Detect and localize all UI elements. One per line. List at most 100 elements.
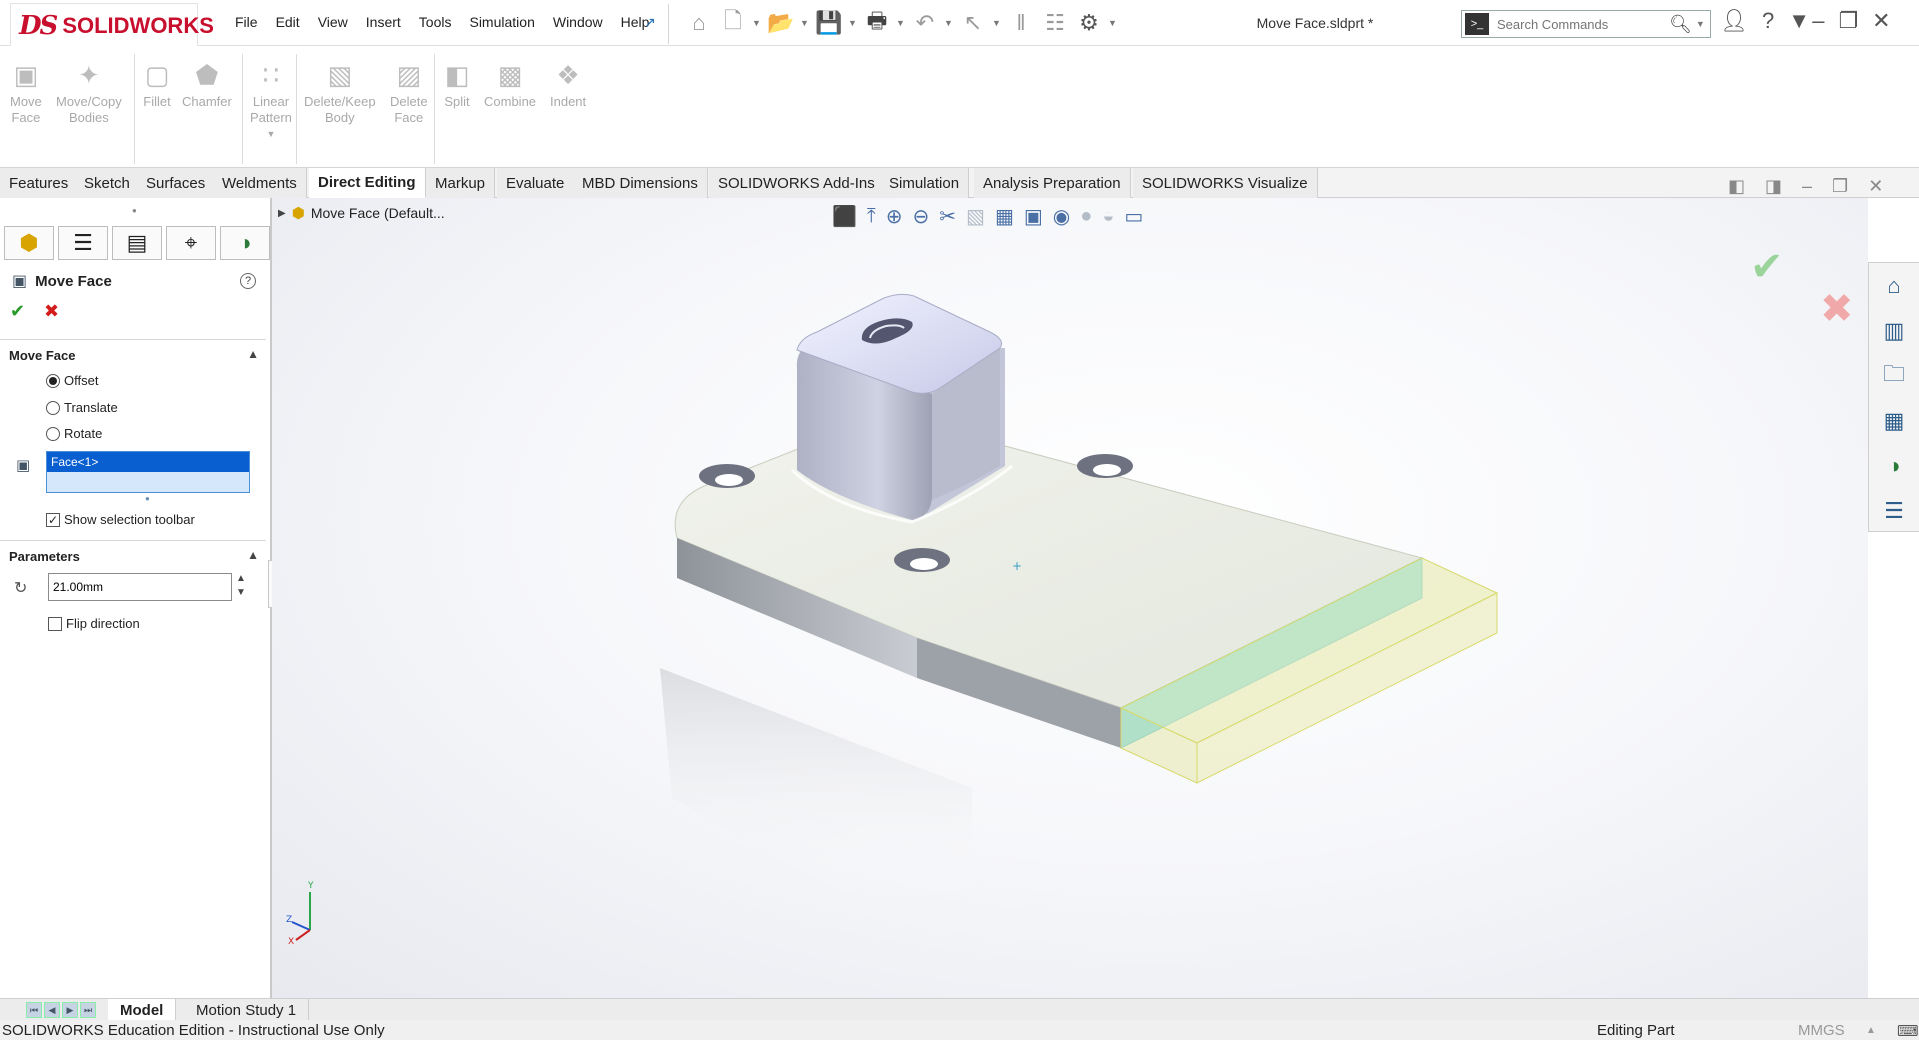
help-dropdown-icon[interactable]: ▼ <box>1788 8 1810 34</box>
file-explorer-icon[interactable]: 🗀︎ <box>1869 353 1919 398</box>
last-tab-icon[interactable]: ⏭ <box>80 1002 96 1018</box>
pin-menu-icon[interactable]: ↗ <box>644 14 656 31</box>
undo-icon[interactable]: ↶ <box>910 8 940 38</box>
view-palette-icon[interactable]: ▦ <box>1869 398 1919 443</box>
tab-motion-study-1[interactable]: Motion Study 1 <box>184 999 310 1021</box>
tab-direct-editing[interactable]: Direct Editing <box>309 168 426 198</box>
graphics-area[interactable]: ▶ ⬢ Move Face (Default... ⬛ ⤒ ⊕ ⊖ ✂ ▧ ▦ … <box>272 198 1868 998</box>
tab-model[interactable]: Model <box>108 999 177 1021</box>
offset-radio[interactable]: Offset <box>46 373 98 388</box>
minimize-icon[interactable]: – <box>1812 8 1824 34</box>
doc-minimize-icon[interactable]: – <box>1802 176 1812 197</box>
next-tab-icon[interactable]: ▶ <box>62 1002 78 1018</box>
selected-face-item[interactable]: Face<1> <box>47 452 249 472</box>
move-copy-bodies-button[interactable]: ✦ Move/Copy Bodies <box>56 58 122 126</box>
first-tab-icon[interactable]: ⏮ <box>26 1002 42 1018</box>
collapse-chevron-icon[interactable]: ▲ <box>247 347 259 361</box>
panel-splitter-handle[interactable]: ● <box>132 206 137 215</box>
radio-button[interactable] <box>46 373 60 388</box>
undo-dropdown-icon[interactable]: ▼ <box>944 18 954 28</box>
design-library-icon[interactable]: ▥ <box>1869 308 1919 353</box>
unit-system[interactable]: MMGS <box>1798 1022 1845 1039</box>
doc-close-icon[interactable]: ✕ <box>1868 176 1883 197</box>
menu-simulation[interactable]: Simulation <box>460 14 543 30</box>
displaymanager-tab-icon[interactable]: ◑ <box>220 226 270 260</box>
tab-sketch[interactable]: Sketch <box>75 168 140 198</box>
linear-pattern-button[interactable]: ∷ Linear Pattern ▼ <box>250 58 292 142</box>
open-dropdown-icon[interactable]: ▼ <box>800 18 810 28</box>
file-properties-icon[interactable]: ☷ <box>1040 8 1070 38</box>
search-input[interactable] <box>1497 16 1667 32</box>
parameters-section-header[interactable]: Parameters ▲ <box>9 548 265 564</box>
options-dropdown-icon[interactable]: ▼ <box>1108 18 1118 28</box>
confirmation-cancel-icon[interactable]: ✖ <box>1820 286 1854 332</box>
show-selection-toolbar-checkbox[interactable]: ✓ Show selection toolbar <box>46 512 195 527</box>
user-icon[interactable]: 👤︎ <box>1720 8 1748 34</box>
move-face-button[interactable]: ▣ Move Face <box>10 58 42 126</box>
propertymanager-tab-icon[interactable]: ☰ <box>58 226 108 260</box>
help-icon[interactable]: ? <box>1762 8 1774 34</box>
new-document-icon[interactable]: 🗋 <box>718 8 748 38</box>
doc-restore-icon[interactable]: ❐ <box>1832 176 1848 197</box>
select-dropdown-icon[interactable]: ▼ <box>992 18 1002 28</box>
gear-icon[interactable]: ⚙ <box>1074 8 1104 38</box>
part-model-render[interactable]: + <box>272 198 1868 998</box>
tab-mbd-dimensions[interactable]: MBD Dimensions <box>573 168 708 198</box>
radio-button[interactable] <box>46 400 60 415</box>
tab-markup[interactable]: Markup <box>426 168 496 198</box>
search-dropdown-icon[interactable]: ▼ <box>1696 19 1706 29</box>
tab-surfaces[interactable]: Surfaces <box>137 168 216 198</box>
cancel-x-icon[interactable]: ✖ <box>44 301 59 322</box>
quick-tips-icon[interactable]: ⌨ <box>1897 1022 1919 1040</box>
collapse-chevron-icon[interactable]: ▲ <box>247 548 259 562</box>
menu-edit[interactable]: Edit <box>267 14 309 30</box>
delete-face-button[interactable]: ▨ Delete Face <box>390 58 428 126</box>
menu-insert[interactable]: Insert <box>357 14 410 30</box>
tab-solidworks-visualize[interactable]: SOLIDWORKS Visualize <box>1133 168 1318 198</box>
search-icon[interactable]: 🔍︎ <box>1669 14 1692 35</box>
configurationmanager-tab-icon[interactable]: ▤ <box>112 226 162 260</box>
menu-window[interactable]: Window <box>544 14 612 30</box>
flip-direction-checkbox[interactable]: Flip direction <box>48 616 140 631</box>
tile-right-icon[interactable]: ◨ <box>1765 176 1782 197</box>
indent-button[interactable]: ❖ Indent <box>550 58 586 110</box>
save-dropdown-icon[interactable]: ▼ <box>848 18 858 28</box>
chamfer-button[interactable]: ⬟ Chamfer <box>182 58 232 110</box>
close-icon[interactable]: ✕ <box>1872 8 1890 34</box>
rotate-radio[interactable]: Rotate <box>46 426 102 441</box>
help-icon[interactable]: ? <box>240 273 256 289</box>
solidworks-resources-icon[interactable]: ⌂ <box>1869 263 1919 308</box>
select-cursor-icon[interactable]: ↖ <box>958 8 988 38</box>
save-icon[interactable]: 💾 <box>814 8 844 38</box>
radio-button[interactable] <box>46 426 60 441</box>
checkbox-box[interactable]: ✓ <box>46 512 60 527</box>
confirmation-ok-icon[interactable]: ✔ <box>1750 244 1784 290</box>
new-dropdown-icon[interactable]: ▼ <box>752 18 762 28</box>
print-dropdown-icon[interactable]: ▼ <box>896 18 906 28</box>
faces-selection-box[interactable]: Face<1> <box>46 451 250 493</box>
print-icon[interactable]: 🖶 <box>862 8 892 38</box>
dimxpertmanager-tab-icon[interactable]: ⌖ <box>166 226 216 260</box>
home-icon[interactable]: ⌂ <box>684 8 714 38</box>
tab-evaluate[interactable]: Evaluate <box>497 168 575 198</box>
open-folder-icon[interactable]: 📂 <box>766 8 796 38</box>
move-face-section-header[interactable]: Move Face ▲ <box>9 347 265 363</box>
tab-simulation[interactable]: Simulation <box>880 168 970 198</box>
delete-keep-body-button[interactable]: ▧ Delete/Keep Body <box>304 58 376 126</box>
custom-properties-icon[interactable]: ☰ <box>1869 488 1919 533</box>
restore-icon[interactable]: ❐ <box>1838 8 1858 34</box>
list-resize-handle[interactable]: ● <box>145 494 150 503</box>
translate-radio[interactable]: Translate <box>46 400 118 415</box>
tab-solidworks-add-ins[interactable]: SOLIDWORKS Add-Ins <box>709 168 885 198</box>
tile-left-icon[interactable]: ◧ <box>1728 176 1745 197</box>
search-commands[interactable]: >_ 🔍︎ ▼ <box>1461 10 1711 38</box>
ok-checkmark-icon[interactable]: ✔ <box>10 301 25 322</box>
tab-weldments[interactable]: Weldments <box>213 168 307 198</box>
solidworks-logo[interactable]: DS SOLIDWORKS <box>10 3 214 47</box>
menu-tools[interactable]: Tools <box>410 14 461 30</box>
combine-button[interactable]: ▩ Combine <box>484 58 536 110</box>
linear-pattern-dropdown-icon[interactable]: ▼ <box>267 126 276 142</box>
menu-view[interactable]: View <box>309 14 357 30</box>
distance-field[interactable] <box>48 573 232 601</box>
spin-down-icon[interactable]: ▼ <box>236 586 246 600</box>
